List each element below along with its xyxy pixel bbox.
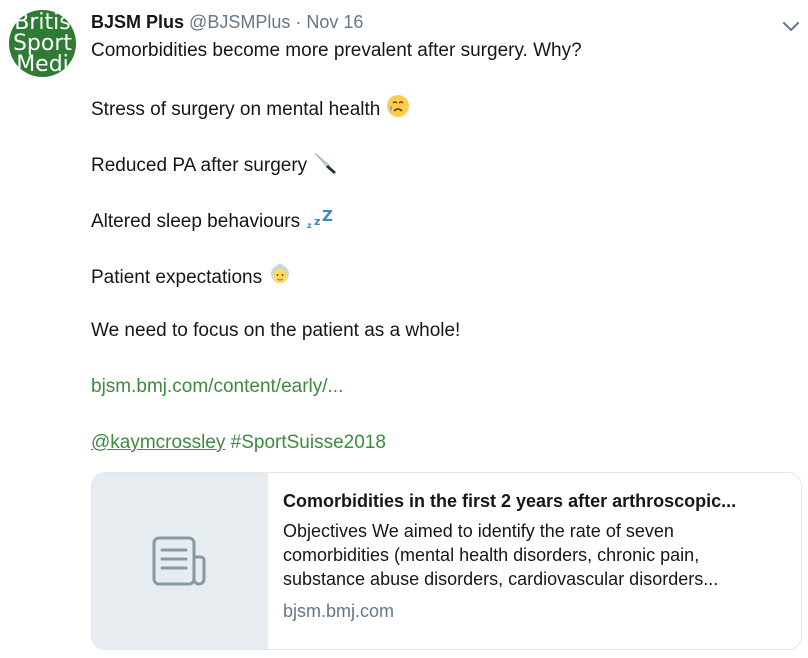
tweet-text-line: Reduced PA after surgery — [91, 150, 339, 182]
avatar-text-line: Medi — [16, 52, 69, 77]
knife-icon — [313, 150, 339, 182]
tweet-text-line: Stress of surgery on mental health — [91, 94, 410, 126]
author-name[interactable]: BJSM Plus — [91, 12, 184, 32]
tweet-text-line: bjsm.bmj.com/content/early/... — [91, 374, 343, 400]
hashtag-link[interactable]: #SportSuisse2018 — [231, 432, 386, 453]
document-icon — [152, 536, 206, 586]
svg-text:z: z — [307, 221, 312, 230]
card-description-line: Objectives We aimed to identify the rate… — [283, 521, 674, 541]
card-description-line: substance abuse disorders, cardiovascula… — [283, 569, 719, 589]
sleeping-zzz-icon: z z Z — [306, 206, 334, 238]
card-domain: bjsm.bmj.com — [283, 601, 395, 621]
tweet-text-expect: Patient expectations — [91, 267, 263, 289]
tweet-text-stress: Stress of surgery on mental health — [91, 99, 381, 121]
tweet-text-pa: Reduced PA after surgery — [91, 155, 308, 177]
article-link[interactable]: bjsm.bmj.com/content/early/... — [91, 376, 343, 397]
avatar[interactable]: Britis Sport Medi — [9, 10, 76, 77]
svg-text:z: z — [314, 215, 320, 228]
tweet-text-line: Comorbidities become more prevalent afte… — [91, 38, 582, 64]
tweet-text-sleep: Altered sleep behaviours — [91, 211, 301, 233]
card-body: Comorbidities in the first 2 years after… — [283, 489, 788, 623]
tweet-header: BJSM Plus @BJSMPlus · Nov 16 — [91, 10, 363, 34]
author-handle[interactable]: @BJSMPlus — [189, 12, 290, 32]
tweet-text-line: We need to focus on the patient as a who… — [91, 318, 460, 344]
mention-link[interactable]: @kaymcrossley — [91, 432, 225, 453]
tweet-text-intro: Comorbidities become more prevalent afte… — [91, 40, 582, 61]
tweet-text-line: Patient expectations — [91, 262, 292, 294]
tweet-text-line: Altered sleep behaviours z z Z — [91, 206, 334, 238]
link-preview-card[interactable]: Comorbidities in the first 2 years after… — [91, 472, 802, 650]
card-thumbnail — [92, 473, 268, 649]
sad-sweat-face-icon — [386, 94, 410, 126]
card-title[interactable]: Comorbidities in the first 2 years after… — [283, 489, 788, 513]
older-woman-icon — [268, 262, 292, 294]
separator-dot: · — [295, 12, 302, 32]
svg-text:Z: Z — [322, 207, 333, 225]
tweet-text-line: @kaymcrossley #SportSuisse2018 — [91, 430, 386, 456]
chevron-down-icon[interactable] — [780, 15, 802, 37]
card-description: Objectives We aimed to identify the rate… — [283, 519, 788, 591]
tweet-date[interactable]: Nov 16 — [306, 12, 363, 32]
tweet-text-focus: We need to focus on the patient as a who… — [91, 320, 461, 341]
card-description-line: comorbidities (mental health disorders, … — [283, 545, 700, 565]
